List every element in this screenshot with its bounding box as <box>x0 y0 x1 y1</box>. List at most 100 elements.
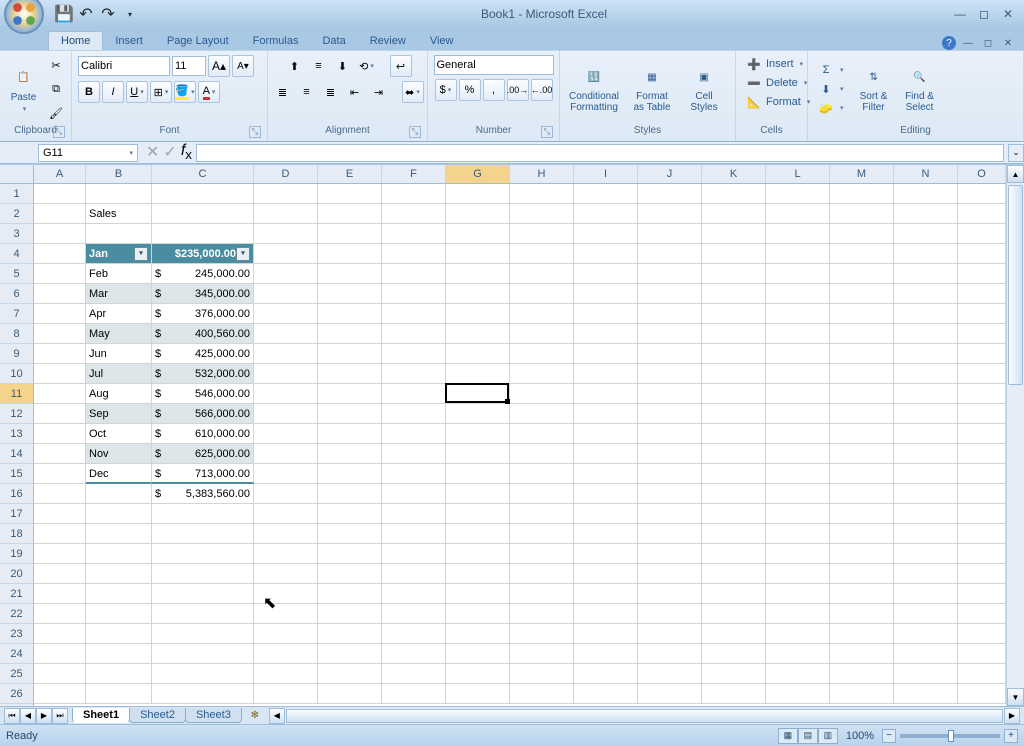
cell-D17[interactable] <box>254 504 318 524</box>
zoom-in-button[interactable]: + <box>1004 729 1018 743</box>
cell-M16[interactable] <box>830 484 894 504</box>
cell-F19[interactable] <box>382 544 446 564</box>
cell-N20[interactable] <box>894 564 958 584</box>
tab-review[interactable]: Review <box>358 32 418 50</box>
zoom-out-button[interactable]: − <box>882 729 896 743</box>
cell-L15[interactable] <box>766 464 830 484</box>
cell-J4[interactable] <box>638 244 702 264</box>
cell-G18[interactable] <box>446 524 510 544</box>
cell-M22[interactable] <box>830 604 894 624</box>
cell-C21[interactable] <box>152 584 254 604</box>
cell-I4[interactable] <box>574 244 638 264</box>
cell-J10[interactable] <box>638 364 702 384</box>
cell-M23[interactable] <box>830 624 894 644</box>
borders-button[interactable]: ⊞▾ <box>150 81 172 103</box>
cell-J3[interactable] <box>638 224 702 244</box>
cell-I24[interactable] <box>574 644 638 664</box>
column-header-A[interactable]: A <box>34 165 86 183</box>
column-header-J[interactable]: J <box>638 165 702 183</box>
row-header-13[interactable]: 13 <box>0 424 33 444</box>
worksheet-grid[interactable]: ABCDEFGHIJKLMNO 123456789101112131415161… <box>0 165 1024 706</box>
cell-F16[interactable] <box>382 484 446 504</box>
cell-J16[interactable] <box>638 484 702 504</box>
cell-C19[interactable] <box>152 544 254 564</box>
cell-E24[interactable] <box>318 644 382 664</box>
cell-G7[interactable] <box>446 304 510 324</box>
column-header-H[interactable]: H <box>510 165 574 183</box>
cell-H2[interactable] <box>510 204 574 224</box>
cell-H7[interactable] <box>510 304 574 324</box>
cell-B10[interactable]: Jul <box>86 364 152 384</box>
cell-A7[interactable] <box>34 304 86 324</box>
cell-L7[interactable] <box>766 304 830 324</box>
cell-J24[interactable] <box>638 644 702 664</box>
cell-N12[interactable] <box>894 404 958 424</box>
cell-N23[interactable] <box>894 624 958 644</box>
cell-M7[interactable] <box>830 304 894 324</box>
cell-H11[interactable] <box>510 384 574 404</box>
column-header-L[interactable]: L <box>766 165 830 183</box>
row-header-22[interactable]: 22 <box>0 604 33 624</box>
cell-D11[interactable] <box>254 384 318 404</box>
cell-G23[interactable] <box>446 624 510 644</box>
cell-B15[interactable]: Dec <box>86 464 152 484</box>
column-header-O[interactable]: O <box>958 165 1006 183</box>
cell-K5[interactable] <box>702 264 766 284</box>
cell-G16[interactable] <box>446 484 510 504</box>
cell-E3[interactable] <box>318 224 382 244</box>
cell-B8[interactable]: May <box>86 324 152 344</box>
cell-D2[interactable] <box>254 204 318 224</box>
alignment-launcher[interactable]: ⤡ <box>409 126 421 138</box>
wrap-text-button[interactable]: ↩ <box>390 55 412 77</box>
cell-A19[interactable] <box>34 544 86 564</box>
cell-O16[interactable] <box>958 484 1006 504</box>
cell-H3[interactable] <box>510 224 574 244</box>
cell-H25[interactable] <box>510 664 574 684</box>
cell-K15[interactable] <box>702 464 766 484</box>
cell-F14[interactable] <box>382 444 446 464</box>
cell-I22[interactable] <box>574 604 638 624</box>
tab-data[interactable]: Data <box>310 32 357 50</box>
clear-button[interactable]: 🧽▾ <box>814 99 848 117</box>
cell-L9[interactable] <box>766 344 830 364</box>
cell-M11[interactable] <box>830 384 894 404</box>
cell-N4[interactable] <box>894 244 958 264</box>
cell-N8[interactable] <box>894 324 958 344</box>
select-all-corner[interactable] <box>0 165 34 184</box>
cell-M9[interactable] <box>830 344 894 364</box>
redo-icon[interactable]: ↷ <box>100 6 116 22</box>
cell-C5[interactable]: $245,000.00 <box>152 264 254 284</box>
autosum-button[interactable]: Σ▾ <box>814 61 848 79</box>
cell-J6[interactable] <box>638 284 702 304</box>
fill-color-button[interactable]: 🪣▾ <box>174 81 196 103</box>
cell-B6[interactable]: Mar <box>86 284 152 304</box>
cell-I6[interactable] <box>574 284 638 304</box>
expand-formula-bar[interactable]: ⌄ <box>1008 144 1024 162</box>
cut-icon[interactable]: ✂ <box>45 54 67 76</box>
cell-N2[interactable] <box>894 204 958 224</box>
cell-N15[interactable] <box>894 464 958 484</box>
row-header-3[interactable]: 3 <box>0 224 33 244</box>
cell-C10[interactable]: $532,000.00 <box>152 364 254 384</box>
row-header-9[interactable]: 9 <box>0 344 33 364</box>
cell-I18[interactable] <box>574 524 638 544</box>
cell-A11[interactable] <box>34 384 86 404</box>
cell-C7[interactable]: $376,000.00 <box>152 304 254 324</box>
cell-E12[interactable] <box>318 404 382 424</box>
cell-O4[interactable] <box>958 244 1006 264</box>
cell-A24[interactable] <box>34 644 86 664</box>
cell-C25[interactable] <box>152 664 254 684</box>
cell-N16[interactable] <box>894 484 958 504</box>
cell-M5[interactable] <box>830 264 894 284</box>
row-header-5[interactable]: 5 <box>0 264 33 284</box>
cell-K1[interactable] <box>702 184 766 204</box>
cell-K10[interactable] <box>702 364 766 384</box>
number-launcher[interactable]: ⤡ <box>541 126 553 138</box>
cell-E7[interactable] <box>318 304 382 324</box>
cell-G1[interactable] <box>446 184 510 204</box>
cell-C16[interactable]: $5,383,560.00 <box>152 484 254 504</box>
cell-L10[interactable] <box>766 364 830 384</box>
doc-minimize-button[interactable]: — <box>960 36 976 50</box>
cell-M8[interactable] <box>830 324 894 344</box>
doc-close-button[interactable]: ✕ <box>1000 36 1016 50</box>
